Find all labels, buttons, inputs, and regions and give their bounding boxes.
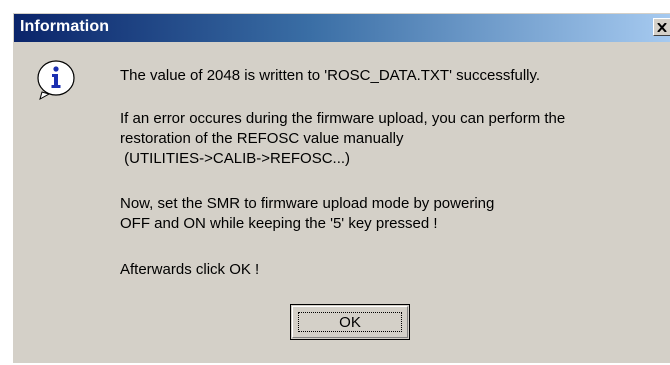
message-line-7: Afterwards click OK ! bbox=[120, 261, 260, 278]
message-line-4: (UTILITIES->CALIB->REFOSC...) bbox=[120, 150, 351, 167]
dialog-title: Information bbox=[20, 18, 110, 35]
message-line-2: If an error occures during the firmware … bbox=[120, 110, 566, 127]
message-line-5: Now, set the SMR to firmware upload mode… bbox=[120, 195, 495, 212]
ok-button-bevel: OK bbox=[292, 306, 408, 338]
close-icon bbox=[657, 21, 667, 34]
information-dialog: Information The value of 2048 is written… bbox=[13, 13, 670, 363]
message-line-3: restoration of the REFOSC value manually bbox=[120, 130, 404, 147]
ok-button-focus-rect: OK bbox=[298, 312, 402, 332]
title-bar[interactable]: Information bbox=[14, 14, 670, 42]
ok-button[interactable]: OK bbox=[290, 304, 410, 340]
message-line-6: OFF and ON while keeping the '5' key pre… bbox=[120, 215, 438, 232]
close-button[interactable] bbox=[653, 18, 670, 36]
info-icon bbox=[34, 58, 76, 101]
ok-button-label: OK bbox=[339, 313, 361, 331]
message-line-1: The value of 2048 is written to 'ROSC_DA… bbox=[120, 67, 541, 84]
